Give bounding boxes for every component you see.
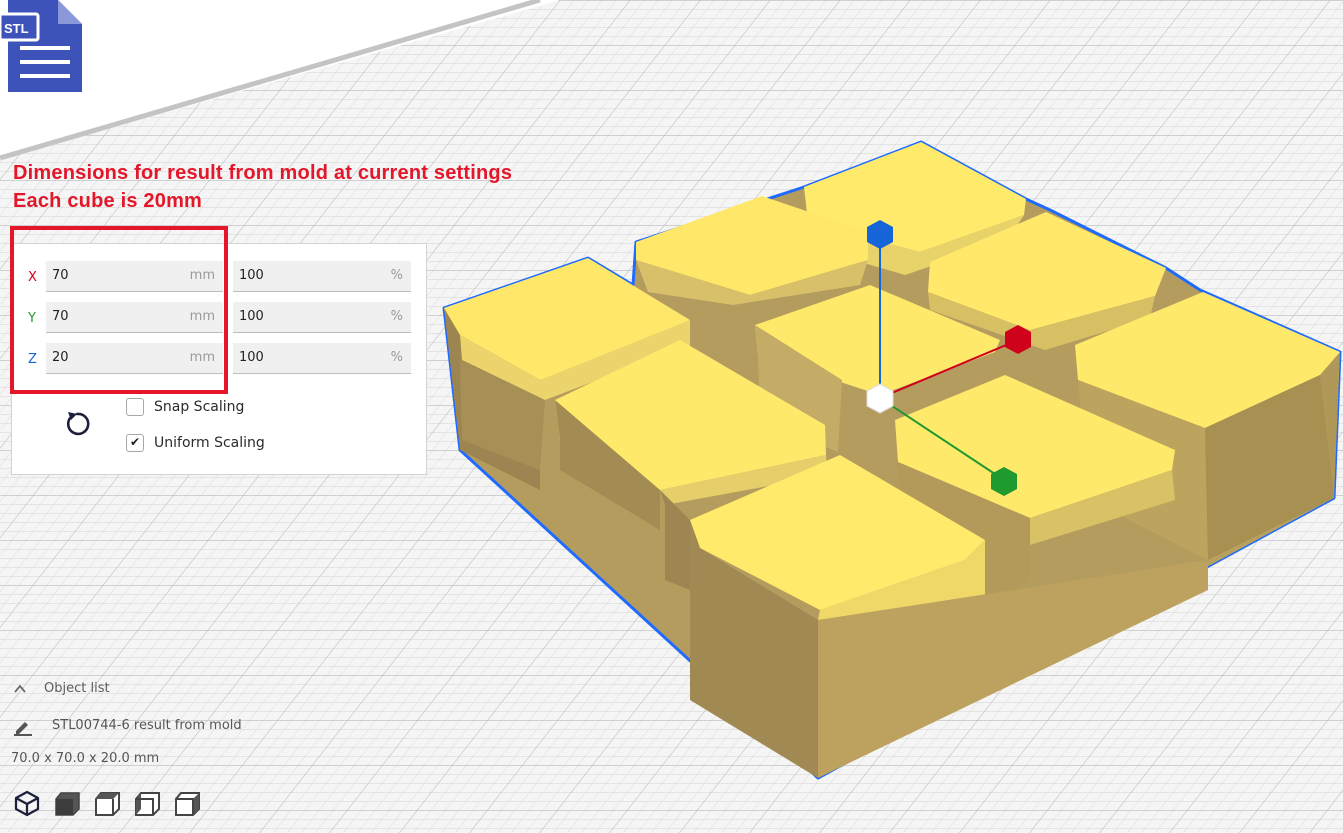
reset-icon[interactable] — [62, 408, 92, 438]
y-percent-unit: % — [390, 309, 403, 324]
y-percent-input[interactable]: 100 % — [233, 302, 411, 333]
annotation-dimensions: Dimensions for result from mold at curre… — [13, 162, 513, 184]
front-view-icon[interactable] — [52, 788, 82, 818]
snap-scaling-checkbox[interactable] — [126, 398, 144, 416]
z-percent-input[interactable]: 100 % — [233, 343, 411, 374]
object-name[interactable]: STL00744-6 result from mold — [52, 718, 242, 733]
3d-view-icon[interactable] — [12, 788, 42, 818]
pencil-icon[interactable] — [13, 718, 33, 736]
left-view-icon[interactable] — [132, 788, 162, 818]
stl-file-label: STL — [4, 21, 29, 36]
annotation-highlight-box — [10, 226, 228, 394]
right-view-icon[interactable] — [172, 788, 202, 818]
z-percent-unit: % — [390, 350, 403, 365]
checkmark-icon: ✔ — [130, 435, 141, 449]
chevron-up-icon[interactable] — [13, 682, 27, 696]
snap-scaling-label: Snap Scaling — [154, 399, 245, 415]
x-percent-unit: % — [390, 268, 403, 283]
y-percent-value: 100 — [239, 309, 264, 324]
top-view-icon[interactable] — [92, 788, 122, 818]
stl-file-icon: STL — [0, 0, 92, 96]
gizmo-origin-handle[interactable] — [866, 383, 894, 414]
x-percent-input[interactable]: 100 % — [233, 261, 411, 292]
uniform-scaling-checkbox[interactable]: ✔ — [126, 434, 144, 452]
z-percent-value: 100 — [239, 350, 264, 365]
object-list-toggle[interactable]: Object list — [44, 681, 110, 696]
x-percent-value: 100 — [239, 268, 264, 283]
annotation-cube-size: Each cube is 20mm — [13, 190, 203, 212]
uniform-scaling-label: Uniform Scaling — [154, 435, 265, 451]
object-dimensions: 70.0 x 70.0 x 20.0 mm — [11, 751, 160, 766]
